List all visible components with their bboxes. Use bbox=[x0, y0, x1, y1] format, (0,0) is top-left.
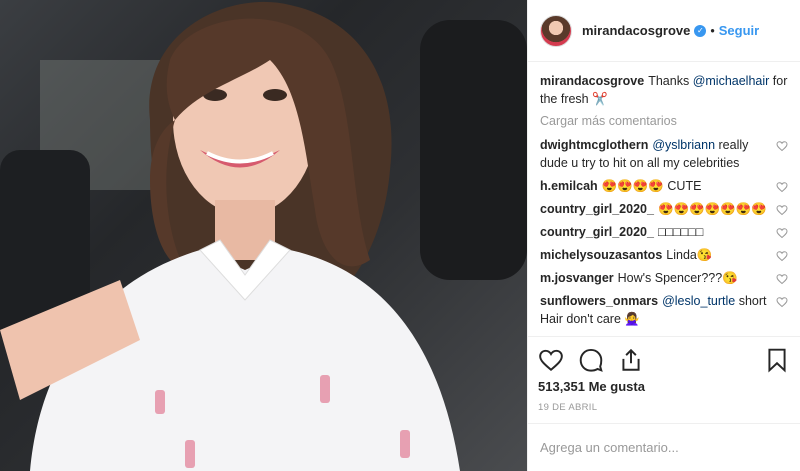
comment-text: Linda😘 bbox=[666, 248, 713, 262]
comment-row: sunflowers_onmars @leslo_turtle short Hai… bbox=[540, 292, 788, 328]
comment-body: country_girl_2020_ 😍😍😍😍😍😍😍 bbox=[540, 200, 776, 218]
comment-row: dwightmcglothern @yslbriann really dude u… bbox=[540, 136, 788, 172]
comment-body: michelysouzasantos Linda😘 bbox=[540, 246, 776, 264]
comment-like-heart-icon[interactable] bbox=[776, 227, 788, 239]
comment-like-heart-icon[interactable] bbox=[776, 250, 788, 262]
comment-like-heart-icon[interactable] bbox=[776, 273, 788, 285]
bookmark-icon[interactable] bbox=[764, 347, 790, 373]
post-photo[interactable] bbox=[0, 0, 527, 471]
comment-username[interactable]: h.emilcah bbox=[540, 179, 598, 193]
verified-icon: ✓ bbox=[694, 24, 707, 37]
selfie-image bbox=[0, 1, 527, 471]
load-more-comments-button[interactable]: Cargar más comentarios bbox=[540, 114, 788, 128]
likes-count[interactable]: 513,351 Me gusta bbox=[538, 379, 790, 394]
comment-text: 😍😍😍😍 CUTE bbox=[601, 179, 702, 193]
comment-text: 😍😍😍😍😍😍😍 bbox=[657, 202, 767, 216]
post-panel: mirandacosgrove ✓ • Seguir mirandacosgro… bbox=[527, 0, 800, 471]
caption-text-before: Thanks bbox=[648, 74, 693, 88]
comment-username[interactable]: michelysouzasantos bbox=[540, 248, 662, 262]
comment-body: country_girl_2020_ □□□□□□ bbox=[540, 223, 776, 241]
caption-username[interactable]: mirandacosgrove bbox=[540, 74, 644, 88]
comment-like-heart-icon[interactable] bbox=[776, 181, 788, 193]
comments-list[interactable]: mirandacosgrove Thanks @michaelhair for t… bbox=[528, 62, 800, 336]
comment-body: h.emilcah 😍😍😍😍 CUTE bbox=[540, 177, 776, 195]
comment-body: m.josvanger How's Spencer???😘 bbox=[540, 269, 776, 287]
comment-mention[interactable]: @leslo_turtle bbox=[662, 294, 735, 308]
heart-icon[interactable] bbox=[538, 347, 564, 373]
avatar[interactable] bbox=[540, 14, 572, 47]
post-header: mirandacosgrove ✓ • Seguir bbox=[528, 0, 800, 62]
share-icon[interactable] bbox=[618, 347, 644, 373]
comment-like-heart-icon[interactable] bbox=[776, 140, 788, 152]
comment-icon[interactable] bbox=[578, 347, 604, 373]
comment-body: sunflowers_onmars @leslo_turtle short Hai… bbox=[540, 292, 776, 328]
actions-section: 513,351 Me gusta 19 DE ABRIL bbox=[528, 336, 800, 423]
caption-mention[interactable]: @michaelhair bbox=[693, 74, 770, 88]
comment-body: dwightmcglothern @yslbriann really dude u… bbox=[540, 136, 776, 172]
comment-row: h.emilcah 😍😍😍😍 CUTE bbox=[540, 177, 788, 195]
comment-text: □□□□□□ bbox=[657, 225, 704, 239]
separator-dot: • bbox=[710, 23, 715, 38]
comment-row: country_girl_2020_ □□□□□□ bbox=[540, 223, 788, 241]
post-date: 19 DE ABRIL bbox=[538, 402, 598, 413]
comment-row: m.josvanger How's Spencer???😘 bbox=[540, 269, 788, 287]
comment-username[interactable]: country_girl_2020_ bbox=[540, 202, 654, 216]
follow-button[interactable]: Seguir bbox=[719, 23, 759, 38]
action-icons bbox=[538, 343, 790, 377]
comment-username[interactable]: sunflowers_onmars bbox=[540, 294, 658, 308]
comment-mention[interactable]: @yslbriann bbox=[652, 138, 715, 152]
comment-username[interactable]: m.josvanger bbox=[540, 271, 614, 285]
comment-like-heart-icon[interactable] bbox=[776, 204, 788, 216]
comment-row: michelysouzasantos Linda😘 bbox=[540, 246, 788, 264]
comment-username[interactable]: country_girl_2020_ bbox=[540, 225, 654, 239]
comment-like-heart-icon[interactable] bbox=[776, 296, 788, 308]
header-username[interactable]: mirandacosgrove bbox=[582, 23, 690, 38]
add-comment-bar bbox=[528, 423, 800, 471]
comment-text: How's Spencer???😘 bbox=[617, 271, 738, 285]
post-caption: mirandacosgrove Thanks @michaelhair for t… bbox=[540, 72, 788, 108]
comment-row: country_girl_2020_ 😍😍😍😍😍😍😍 bbox=[540, 200, 788, 218]
comment-username[interactable]: dwightmcglothern bbox=[540, 138, 648, 152]
instagram-post: mirandacosgrove ✓ • Seguir mirandacosgro… bbox=[0, 0, 800, 471]
comment-input[interactable] bbox=[540, 440, 788, 455]
